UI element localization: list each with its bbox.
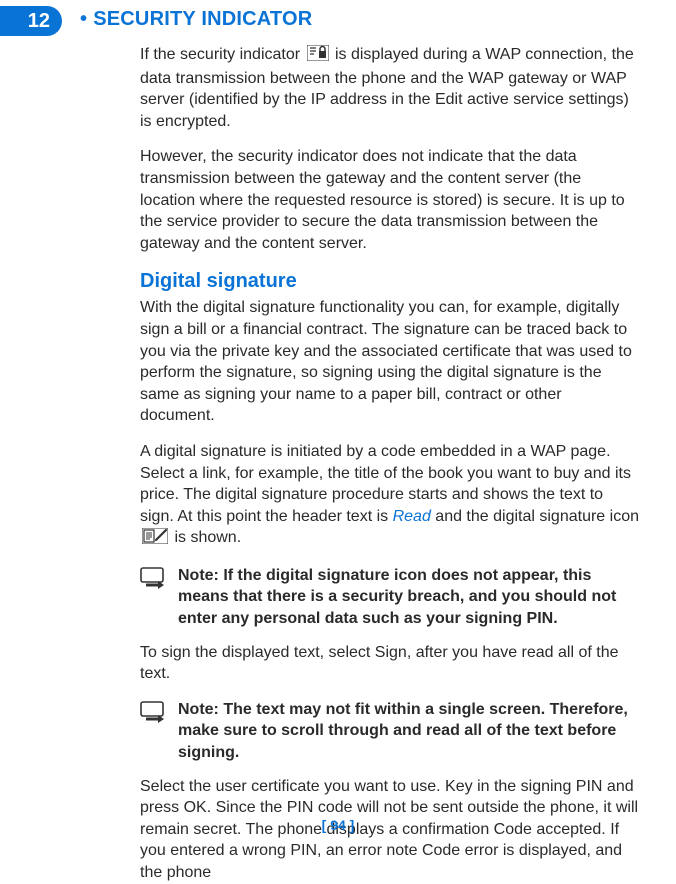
page-title: • SECURITY INDICATOR — [80, 8, 312, 31]
para4-c: is shown. — [170, 529, 241, 546]
note-arrow-icon — [140, 701, 168, 730]
read-label: Read — [393, 508, 431, 525]
note-1-label: Note: — [178, 567, 219, 584]
heading-text: SECURITY INDICATOR — [93, 8, 312, 30]
lock-icon — [307, 45, 329, 68]
paragraph-5: To sign the displayed text, select Sign,… — [140, 642, 640, 685]
note-1-text: Note: If the digital signature icon does… — [178, 565, 640, 630]
chapter-number: 12 — [28, 10, 50, 32]
page-number: [ 94 ] — [0, 817, 676, 833]
page: 12 • SECURITY INDICATOR If the security i… — [0, 0, 676, 847]
note-2-body: The text may not fit within a single scr… — [178, 701, 628, 761]
signature-icon — [142, 528, 168, 551]
chapter-badge: 12 — [0, 6, 62, 36]
content-column: If the security indicator is displayed d… — [140, 44, 640, 884]
paragraph-3: With the digital signature functionality… — [140, 297, 640, 427]
subheading-digital-signature: Digital signature — [140, 268, 640, 295]
note-2-text: Note: The text may not fit within a sing… — [178, 699, 640, 764]
paragraph-4: A digital signature is initiated by a co… — [140, 441, 640, 551]
heading-bullet: • — [80, 8, 87, 30]
paragraph-1: If the security indicator is displayed d… — [140, 44, 640, 132]
note-1-body: If the digital signature icon does not a… — [178, 567, 616, 627]
note-arrow-icon — [140, 567, 168, 596]
para1-a: If the security indicator — [140, 46, 305, 63]
paragraph-2: However, the security indicator does not… — [140, 146, 640, 254]
para4-b: and the digital signature icon — [431, 508, 639, 525]
note-2: Note: The text may not fit within a sing… — [140, 699, 640, 764]
note-2-label: Note: — [178, 701, 219, 718]
note-1: Note: If the digital signature icon does… — [140, 565, 640, 630]
